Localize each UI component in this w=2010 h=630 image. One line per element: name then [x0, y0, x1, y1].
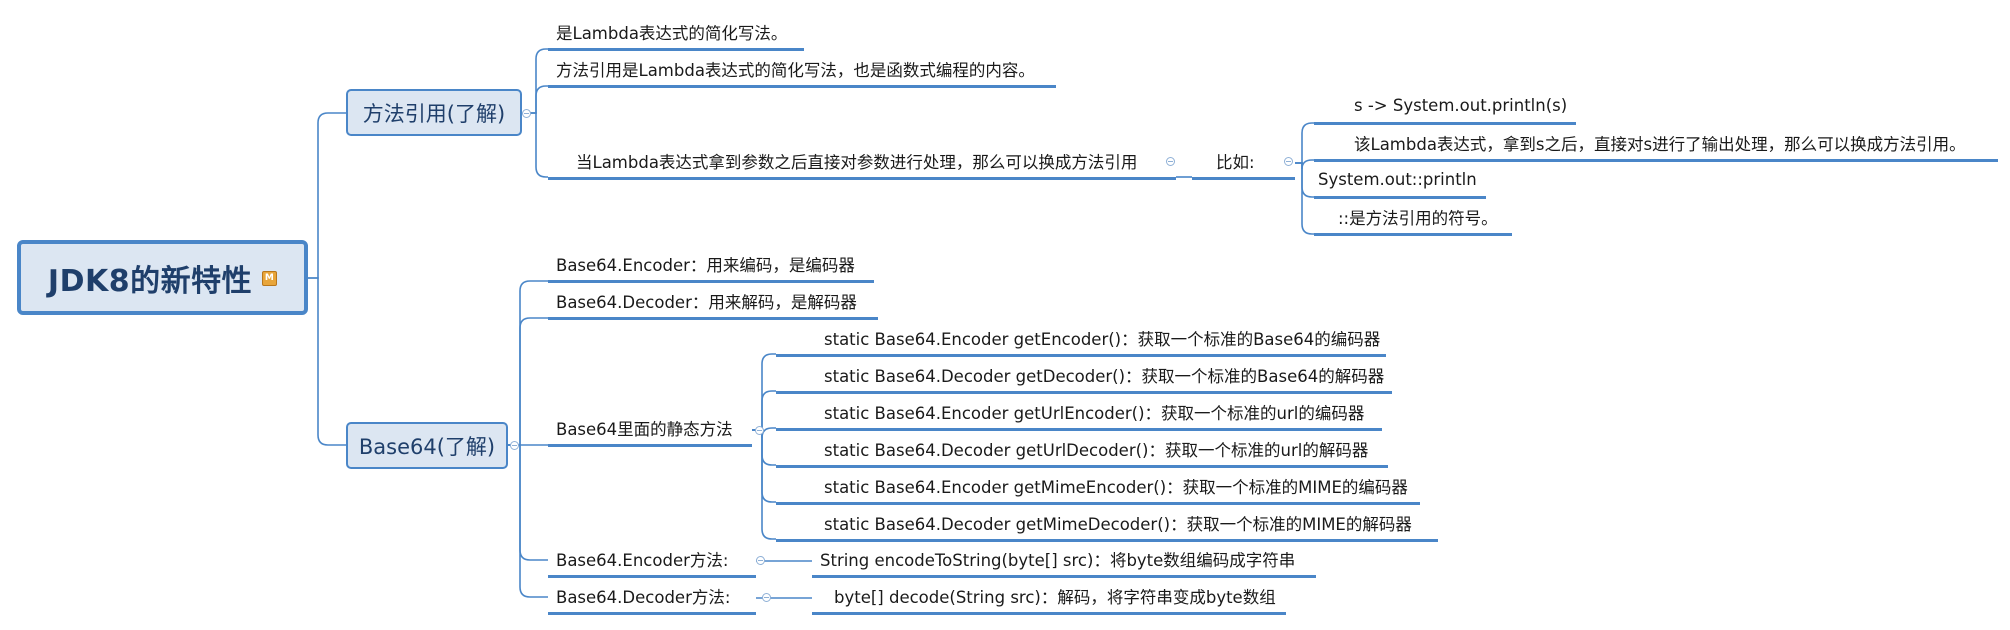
- static-method-text: static Base64.Encoder getEncoder()：获取一个标…: [824, 329, 1381, 349]
- connector-b64-decoder: [508, 317, 548, 446]
- connector-static-2: [752, 390, 776, 431]
- method-ref-item-3[interactable]: 当Lambda表达式拿到参数之后直接对参数进行处理，那么可以换成方法引用: [548, 144, 1176, 180]
- connector-b64-encoder: [508, 280, 548, 446]
- decode-method-text: byte[] decode(String src)：解码，将字符串变成byte数…: [834, 587, 1276, 607]
- base64-static-methods-node[interactable]: Base64里面的静态方法: [548, 411, 752, 447]
- collapse-toggle-icon[interactable]: [1284, 157, 1293, 166]
- base64-static-methods-label: Base64里面的静态方法: [556, 419, 733, 439]
- method-ref-item-2-label: 方法引用是Lambda表达式的简化写法，也是函数式编程的内容。: [556, 60, 1035, 80]
- base64-decoder-method-label: Base64.Decoder方法:: [556, 587, 731, 607]
- static-method-text: static Base64.Decoder getDecoder()：获取一个标…: [824, 366, 1385, 386]
- connector-static-1: [752, 353, 776, 431]
- base64-decoder-node[interactable]: Base64.Decoder：用来解码，是解码器: [548, 284, 878, 320]
- collapse-toggle-icon[interactable]: [522, 109, 531, 118]
- topic-method-reference-label: 方法引用(了解): [362, 101, 506, 126]
- collapse-toggle-icon[interactable]: [756, 556, 765, 565]
- static-method-text: static Base64.Decoder getUrlDecoder()：获取…: [824, 440, 1369, 460]
- example-label-node[interactable]: 比如:: [1192, 144, 1295, 180]
- base64-encoder-method-node[interactable]: Base64.Encoder方法:: [548, 542, 756, 578]
- method-ref-item-2[interactable]: 方法引用是Lambda表达式的简化写法，也是函数式编程的内容。: [548, 52, 1056, 88]
- collapse-toggle-icon[interactable]: [510, 441, 519, 450]
- base64-encoder-node[interactable]: Base64.Encoder：用来编码，是编码器: [548, 247, 874, 283]
- connector-ex1: [1295, 122, 1314, 164]
- connector-ex4: [1295, 162, 1314, 235]
- base64-decoder-method-node[interactable]: Base64.Decoder方法:: [548, 579, 756, 615]
- base64-encoder-label: Base64.Encoder：用来编码，是编码器: [556, 255, 855, 275]
- connector-b64-decmethod: [508, 444, 548, 598]
- static-method-item[interactable]: static Base64.Encoder getEncoder()：获取一个标…: [776, 321, 1386, 357]
- example-item[interactable]: s -> System.out.println(s): [1314, 89, 1576, 125]
- static-method-item[interactable]: static Base64.Decoder getUrlDecoder()：获取…: [776, 432, 1388, 468]
- example-text: 该Lambda表达式，拿到s之后，直接对s进行了输出处理，那么可以换成方法引用。: [1354, 134, 1966, 154]
- collapse-toggle-icon[interactable]: [1166, 157, 1175, 166]
- topic-base64-label: Base64(了解): [358, 434, 496, 459]
- encode-method-text: String encodeToString(byte[] src)：将byte数…: [820, 550, 1296, 570]
- example-text: s -> System.out.println(s): [1354, 96, 1568, 115]
- example-label: 比如:: [1216, 152, 1255, 172]
- connector-root-methodref: [308, 112, 346, 279]
- static-method-text: static Base64.Encoder getMimeEncoder()：获…: [824, 477, 1408, 497]
- example-item[interactable]: System.out::println: [1314, 163, 1486, 199]
- connector-b64-encmethod: [508, 444, 548, 561]
- static-method-text: static Base64.Decoder getMimeDecoder()：获…: [824, 514, 1412, 534]
- connector-static-5: [752, 429, 776, 503]
- decode-method-node[interactable]: byte[] decode(String src)：解码，将字符串变成byte数…: [812, 579, 1286, 615]
- static-method-item[interactable]: static Base64.Decoder getDecoder()：获取一个标…: [776, 358, 1392, 394]
- connector-static-4: [752, 429, 776, 466]
- static-method-item[interactable]: static Base64.Encoder getMimeEncoder()：获…: [776, 469, 1420, 505]
- root-title: JDK8的新特性: [47, 263, 253, 299]
- base64-decoder-label: Base64.Decoder：用来解码，是解码器: [556, 292, 857, 312]
- example-item[interactable]: 该Lambda表达式，拿到s之后，直接对s进行了输出处理，那么可以换成方法引用。: [1314, 126, 1998, 162]
- method-ref-item-1-label: 是Lambda表达式的简化写法。: [556, 23, 788, 43]
- static-method-item[interactable]: static Base64.Encoder getUrlEncoder()：获取…: [776, 395, 1382, 431]
- mind-map: JDK8的新特性 M 方法引用(了解) Base64(了解) 是Lambda表达…: [0, 0, 2010, 630]
- collapse-toggle-icon[interactable]: [762, 593, 771, 602]
- method-ref-item-1[interactable]: 是Lambda表达式的简化写法。: [548, 15, 804, 51]
- static-method-item[interactable]: static Base64.Decoder getMimeDecoder()：获…: [776, 506, 1438, 542]
- example-item[interactable]: ::是方法引用的符号。: [1314, 200, 1512, 236]
- example-text: ::是方法引用的符号。: [1338, 208, 1498, 228]
- method-ref-item-3-label: 当Lambda表达式拿到参数之后直接对参数进行处理，那么可以换成方法引用: [576, 152, 1138, 172]
- encode-method-node[interactable]: String encodeToString(byte[] src)：将byte数…: [812, 542, 1316, 578]
- connector-static-6: [752, 429, 776, 540]
- connector-root-base64: [308, 277, 346, 446]
- static-method-text: static Base64.Encoder getUrlEncoder()：获取…: [824, 403, 1365, 423]
- topic-method-reference[interactable]: 方法引用(了解): [346, 89, 522, 136]
- connector-ex3: [1295, 162, 1314, 198]
- topic-base64[interactable]: Base64(了解): [346, 422, 508, 469]
- base64-encoder-method-label: Base64.Encoder方法:: [556, 550, 729, 570]
- connector-mr-item2: [528, 85, 548, 114]
- root-node[interactable]: JDK8的新特性 M: [17, 240, 308, 315]
- connector-mr-item3: [528, 112, 548, 178]
- collapse-toggle-icon[interactable]: [755, 426, 764, 435]
- connector-mr-item1: [528, 48, 548, 114]
- example-text: System.out::println: [1318, 170, 1477, 189]
- marker-icon: M: [262, 271, 278, 286]
- connector-ex2: [1295, 159, 1314, 170]
